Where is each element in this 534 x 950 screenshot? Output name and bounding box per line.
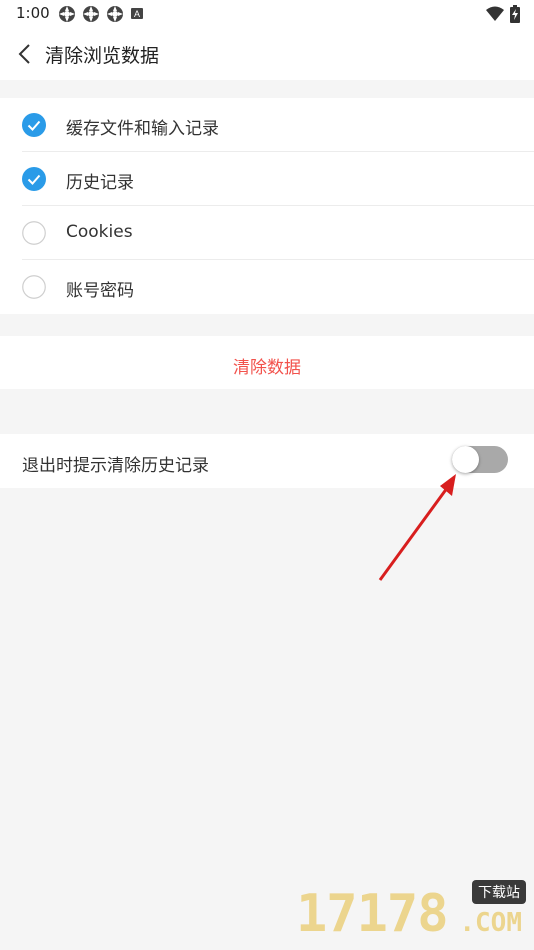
option-label: Cookies	[66, 222, 133, 242]
app-notification-icon	[82, 5, 100, 27]
back-button[interactable]	[12, 40, 40, 68]
exit-prompt-label: 退出时提示清除历史记录	[22, 456, 209, 476]
watermark-suffix: .COM	[459, 908, 522, 938]
app-notification-icon	[106, 5, 124, 27]
unchecked-checkbox-icon[interactable]	[22, 275, 46, 299]
clear-data-button[interactable]: 清除数据	[0, 336, 534, 389]
annotation-arrow-icon	[378, 474, 456, 581]
app-notification-icon	[58, 5, 76, 27]
page-title: 清除浏览数据	[45, 45, 160, 67]
status-bar: 1:00 A	[0, 0, 534, 28]
svg-text:A: A	[134, 9, 140, 19]
status-icons-left: A	[58, 5, 144, 27]
status-time: 1:00	[16, 4, 50, 22]
battery-charging-icon	[510, 5, 520, 27]
chevron-left-icon	[18, 44, 30, 64]
option-label: 缓存文件和输入记录	[66, 119, 219, 139]
wifi-icon	[486, 6, 504, 26]
unchecked-checkbox-icon[interactable]	[22, 221, 46, 245]
status-icons-right	[486, 5, 520, 27]
option-history[interactable]: 历史记录	[0, 152, 534, 206]
watermark-badge: 下载站	[472, 880, 526, 904]
option-passwords[interactable]: 账号密码	[0, 260, 534, 314]
clear-data-label: 清除数据	[233, 358, 301, 378]
option-cookies[interactable]: Cookies	[0, 206, 534, 260]
option-label: 账号密码	[66, 281, 134, 301]
option-label: 历史记录	[66, 173, 134, 193]
option-cache-files[interactable]: 缓存文件和输入记录	[0, 98, 534, 152]
watermark-logo: 17178 下载站 .COM	[296, 878, 526, 946]
clear-options-list: 缓存文件和输入记录 历史记录 Cookies 账号密码	[0, 98, 534, 314]
app-bar: 清除浏览数据	[0, 28, 534, 80]
keyboard-a-icon: A	[130, 5, 144, 27]
watermark-number: 17178	[296, 884, 449, 944]
checked-checkbox-icon[interactable]	[22, 113, 46, 137]
checked-checkbox-icon[interactable]	[22, 167, 46, 191]
